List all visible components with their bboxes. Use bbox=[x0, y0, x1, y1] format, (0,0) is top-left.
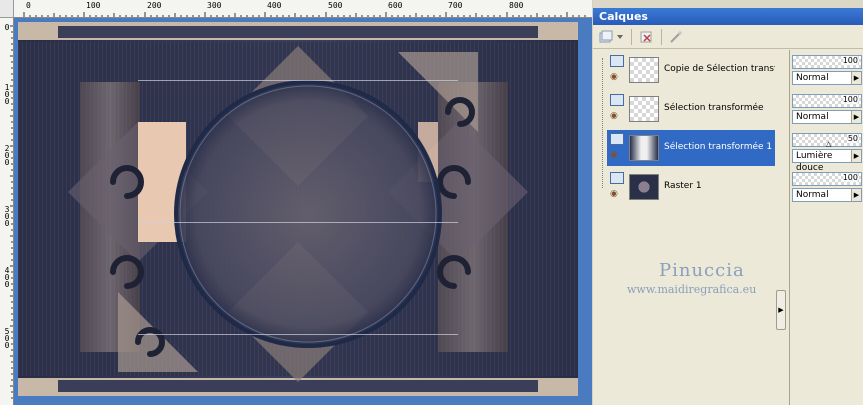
canvas-workspace: 0 100 200 300 400 500 600 700 800 0 100 … bbox=[0, 0, 592, 405]
palette-splitter[interactable]: ▶ bbox=[775, 50, 787, 405]
v-tick-label: 300 bbox=[4, 205, 10, 228]
horizontal-ruler: 0 100 200 300 400 500 600 700 800 bbox=[14, 0, 592, 18]
blend-mode-value: Normal bbox=[796, 190, 829, 200]
ruler-corner bbox=[0, 0, 14, 18]
blend-mode-select[interactable]: Lumière douce ▶ bbox=[792, 149, 862, 173]
layer-row[interactable]: ◉ Sélection transformée bbox=[607, 91, 779, 127]
chevron-right-icon: ▶ bbox=[851, 111, 861, 123]
v-tick-label: 400 bbox=[4, 266, 10, 289]
layer-property: 100 Normal ▶ bbox=[792, 52, 862, 88]
horizontal-ruler-ticks bbox=[23, 12, 586, 17]
layer-thumbnail bbox=[629, 174, 659, 200]
layer-name: Sélection transformée 1 bbox=[664, 142, 773, 152]
artwork-graphic bbox=[18, 22, 578, 396]
opacity-value: 100 bbox=[842, 95, 858, 104]
blend-mode-select[interactable]: Normal ▶ bbox=[792, 71, 862, 85]
visibility-icon[interactable] bbox=[610, 55, 624, 67]
canvas-area[interactable] bbox=[14, 18, 592, 405]
visibility-icon[interactable] bbox=[610, 94, 624, 106]
layer-property: 100 Normal ▶ bbox=[792, 169, 862, 205]
eye-icon[interactable]: ◉ bbox=[610, 72, 618, 82]
palette-title[interactable]: Calques bbox=[593, 8, 863, 25]
layer-row[interactable]: ◉ Copie de Sélection transfor bbox=[607, 52, 786, 88]
v-tick-label: 200 bbox=[4, 144, 10, 167]
opacity-slider[interactable]: 100 bbox=[792, 172, 862, 186]
v-tick-label: 0 bbox=[4, 23, 10, 32]
layers-palette: Calques ◉ Copie de Sélection transfor ◉ … bbox=[593, 0, 863, 405]
scroll-arrow-icon[interactable]: ▶ bbox=[776, 290, 786, 330]
artwork-image[interactable] bbox=[18, 22, 578, 396]
layers-list: ◉ Copie de Sélection transfor ◉ Sélectio… bbox=[597, 50, 786, 405]
layer-thumbnail bbox=[629, 96, 659, 122]
app-window: 0 100 200 300 400 500 600 700 800 0 100 … bbox=[0, 0, 863, 405]
delete-layer-icon[interactable] bbox=[637, 28, 655, 46]
palette-toolbar bbox=[593, 25, 863, 49]
vertical-ruler: 0 100 200 300 400 500 bbox=[0, 18, 14, 405]
chevron-right-icon: ▶ bbox=[851, 189, 861, 201]
layer-tree-line bbox=[602, 58, 603, 188]
eye-icon[interactable]: ◉ bbox=[610, 150, 618, 160]
layer-row[interactable]: ◉ Raster 1 bbox=[607, 169, 779, 205]
toolbar-divider bbox=[631, 29, 632, 45]
watermark-title: Pinuccia bbox=[659, 260, 745, 281]
layer-name: Copie de Sélection transfor bbox=[664, 64, 787, 74]
h-tick-label: 400 bbox=[267, 1, 282, 10]
opacity-slider[interactable]: △ 50 bbox=[792, 133, 862, 148]
eye-icon[interactable]: ◉ bbox=[610, 189, 618, 199]
eye-icon[interactable]: ◉ bbox=[610, 111, 618, 121]
layer-properties-column: 100 Normal ▶ 100 Normal ▶ △ 50 Lumière d… bbox=[789, 50, 863, 405]
toolbar-divider bbox=[661, 29, 662, 45]
opacity-slider[interactable]: 100 bbox=[792, 55, 862, 69]
layer-thumbnail bbox=[629, 135, 659, 161]
layer-name: Sélection transformée bbox=[664, 103, 764, 113]
h-tick-label: 700 bbox=[448, 1, 463, 10]
h-tick-label: 200 bbox=[147, 1, 162, 10]
visibility-icon[interactable] bbox=[610, 172, 624, 184]
blend-mode-value: Normal bbox=[796, 112, 829, 122]
visibility-icon[interactable] bbox=[610, 133, 624, 145]
opacity-value: 100 bbox=[842, 173, 858, 182]
watermark-url: www.maidiregrafica.eu bbox=[627, 283, 757, 296]
blend-mode-value: Normal bbox=[796, 73, 829, 83]
v-tick-label: 100 bbox=[4, 83, 10, 106]
chevron-right-icon: ▶ bbox=[851, 150, 861, 162]
blend-mode-select[interactable]: Normal ▶ bbox=[792, 188, 862, 202]
layer-property: △ 50 Lumière douce ▶ bbox=[792, 130, 862, 173]
h-tick-label: 600 bbox=[388, 1, 403, 10]
layer-property: 100 Normal ▶ bbox=[792, 91, 862, 127]
layer-name: Raster 1 bbox=[664, 181, 702, 191]
dropdown-arrow-icon[interactable] bbox=[615, 28, 625, 46]
opacity-value: 50 bbox=[847, 134, 858, 143]
palette-top-strip bbox=[593, 0, 863, 8]
v-tick-label: 500 bbox=[4, 327, 10, 350]
h-tick-label: 0 bbox=[26, 1, 31, 10]
new-layer-icon[interactable] bbox=[597, 28, 615, 46]
layer-row-selected[interactable]: ◉ Sélection transformée 1 bbox=[607, 130, 779, 166]
h-tick-label: 300 bbox=[207, 1, 222, 10]
mask-wand-icon[interactable] bbox=[667, 28, 685, 46]
slider-marker-icon[interactable]: △ bbox=[826, 140, 831, 148]
opacity-slider[interactable]: 100 bbox=[792, 94, 862, 108]
chevron-right-icon: ▶ bbox=[851, 72, 861, 84]
blend-mode-select[interactable]: Normal ▶ bbox=[792, 110, 862, 124]
h-tick-label: 800 bbox=[509, 1, 524, 10]
opacity-value: 100 bbox=[842, 56, 858, 65]
h-tick-label: 500 bbox=[328, 1, 343, 10]
layer-thumbnail bbox=[629, 57, 659, 83]
h-tick-label: 100 bbox=[86, 1, 101, 10]
